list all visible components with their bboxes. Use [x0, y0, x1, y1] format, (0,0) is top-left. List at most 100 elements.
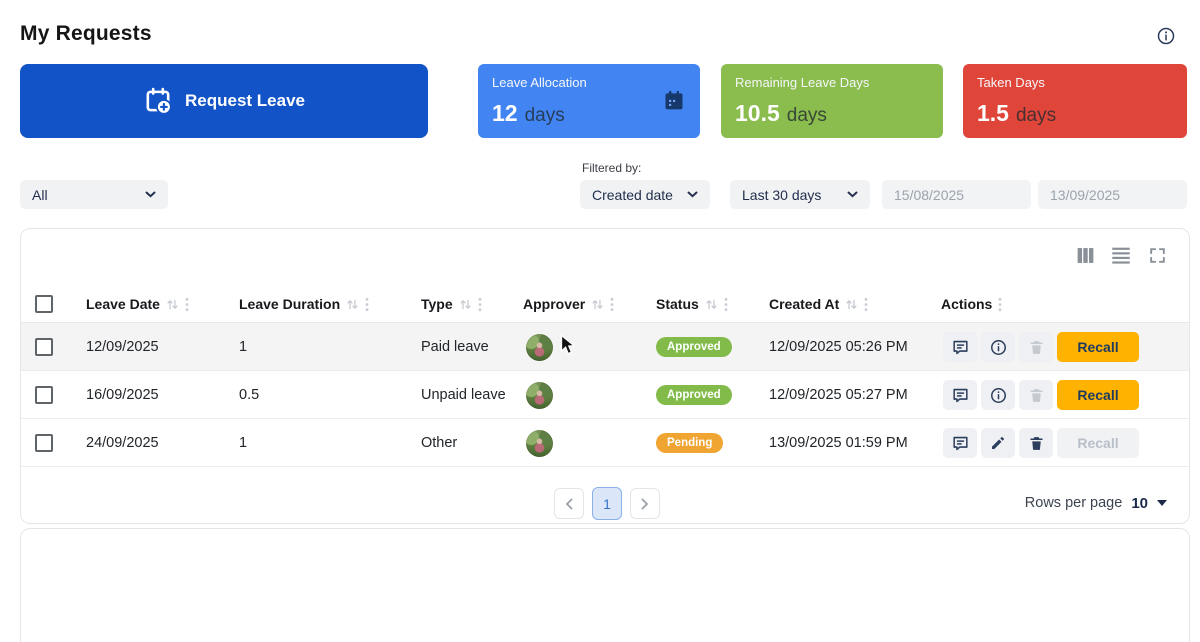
remaining-leave-card: Remaining Leave Days 10.5 days — [721, 64, 943, 138]
fullscreen-icon[interactable] — [1145, 243, 1169, 267]
cell-leave-date: 16/09/2025 — [86, 387, 159, 403]
caret-down-icon — [1157, 500, 1167, 506]
cell-status: Approved — [656, 371, 732, 419]
page-title: My Requests — [20, 22, 152, 45]
card-unit: days — [524, 105, 565, 126]
edit-button[interactable] — [981, 428, 1015, 458]
prev-page-button[interactable] — [554, 488, 584, 519]
filter-field-select[interactable]: Created date — [580, 180, 710, 209]
sort-icon — [846, 299, 857, 309]
kebab-menu-icon — [185, 297, 189, 311]
pencil-icon — [992, 437, 1004, 449]
page-1-button[interactable]: 1 — [592, 487, 622, 520]
my-requests-page: My Requests Request Leave Leave Allocati… — [0, 0, 1200, 642]
cell-leave-date: 24/09/2025 — [86, 435, 159, 451]
approver-avatar[interactable] — [526, 333, 553, 361]
comment-button[interactable] — [943, 380, 977, 410]
kebab-menu-icon — [478, 297, 482, 311]
cell-leave-duration: 1 — [239, 339, 248, 355]
trash-icon — [1029, 436, 1043, 450]
rows-per-page-select[interactable]: Rows per page 10 — [1025, 487, 1167, 519]
cell-actions: Recall — [943, 419, 1139, 467]
table-row[interactable]: 16/09/2025 0.5 Unpaid leave Approved 12/… — [21, 371, 1189, 419]
next-page-button[interactable] — [630, 488, 660, 519]
request-leave-label: Request Leave — [185, 91, 305, 110]
comment-button[interactable] — [943, 428, 977, 458]
filter-range-select[interactable]: Last 30 days — [730, 180, 870, 209]
recall-button: Recall — [1057, 428, 1139, 458]
table-row[interactable]: 24/09/2025 1 Other Pending 13/09/2025 01… — [21, 419, 1189, 467]
card-label: Remaining Leave Days — [735, 75, 870, 90]
status-badge: Approved — [656, 337, 732, 357]
details-button[interactable] — [981, 332, 1015, 362]
info-icon — [990, 387, 1006, 403]
column-header-approver[interactable]: Approver — [523, 285, 614, 323]
columns-icon[interactable] — [1073, 243, 1097, 267]
status-badge: Pending — [656, 433, 724, 453]
column-header-leave-date[interactable]: Leave Date — [86, 285, 189, 323]
kebab-menu-icon — [724, 297, 728, 311]
cell-approver — [526, 419, 553, 467]
cell-approver — [526, 323, 553, 371]
delete-button[interactable] — [1019, 428, 1053, 458]
rows-per-page-value: 10 — [1131, 494, 1148, 512]
table-header-row: Leave Date Leave Duration Type Approver — [21, 285, 1189, 323]
cell-created-at: 12/09/2025 05:27 PM — [769, 387, 908, 403]
cell-approver — [526, 371, 553, 419]
date-to-input[interactable] — [1038, 180, 1187, 209]
column-header-leave-duration[interactable]: Leave Duration — [239, 285, 369, 323]
chevron-down-icon — [687, 191, 698, 198]
date-from-input[interactable] — [882, 180, 1031, 209]
rows-per-page-label: Rows per page — [1024, 495, 1123, 511]
cell-type: Paid leave — [421, 339, 489, 355]
calendar-plus-icon — [143, 86, 173, 116]
card-value: 1.5 — [977, 100, 1009, 126]
sort-icon — [347, 299, 358, 309]
column-header-actions: Actions — [941, 285, 1002, 323]
table-row[interactable]: 12/09/2025 1 Paid leave Approved 12/09/2… — [21, 323, 1189, 371]
card-label: Leave Allocation — [492, 75, 587, 90]
card-unit: days — [1015, 105, 1057, 126]
row-density-icon[interactable] — [1109, 243, 1133, 267]
column-header-created-at[interactable]: Created At — [769, 285, 868, 323]
recall-button[interactable]: Recall — [1057, 380, 1139, 410]
type-filter-value: All — [32, 186, 48, 203]
trash-icon — [1029, 388, 1043, 402]
cell-actions: Recall — [943, 371, 1139, 419]
row-checkbox[interactable] — [35, 338, 53, 356]
comment-button[interactable] — [943, 332, 977, 362]
chevron-left-icon — [565, 498, 573, 509]
kebab-menu-icon — [365, 297, 369, 311]
cell-actions: Recall — [943, 323, 1139, 371]
column-header-status[interactable]: Status — [656, 285, 728, 323]
cell-leave-duration: 1 — [239, 435, 248, 451]
approver-avatar[interactable] — [526, 381, 553, 409]
row-checkbox[interactable] — [35, 386, 53, 404]
request-leave-button[interactable]: Request Leave — [20, 64, 428, 138]
cell-status: Pending — [656, 419, 724, 467]
select-all-checkbox[interactable] — [35, 295, 53, 313]
kebab-menu-icon — [864, 297, 868, 311]
row-checkbox[interactable] — [35, 434, 53, 452]
delete-button — [1019, 332, 1053, 362]
recall-button[interactable]: Recall — [1057, 332, 1139, 362]
cell-leave-duration: 0.5 — [239, 387, 260, 403]
comment-icon — [952, 436, 968, 450]
chevron-right-icon — [641, 498, 649, 509]
column-header-type[interactable]: Type — [421, 285, 482, 323]
type-filter-select[interactable]: All — [20, 180, 168, 209]
comment-icon — [952, 340, 968, 354]
info-icon — [990, 339, 1006, 355]
filtered-by-label: Filtered by: — [582, 161, 642, 175]
info-icon[interactable] — [1156, 26, 1176, 46]
leave-allocation-card: Leave Allocation 12 days — [478, 64, 700, 138]
status-badge: Approved — [656, 385, 732, 405]
approver-avatar[interactable] — [526, 429, 553, 457]
chevron-down-icon — [145, 191, 156, 198]
details-button[interactable] — [981, 380, 1015, 410]
filter-range-value: Last 30 days — [742, 186, 822, 203]
sort-icon — [460, 299, 471, 309]
cell-status: Approved — [656, 323, 732, 371]
taken-days-card: Taken Days 1.5 days — [963, 64, 1187, 138]
lower-panel — [20, 528, 1190, 642]
